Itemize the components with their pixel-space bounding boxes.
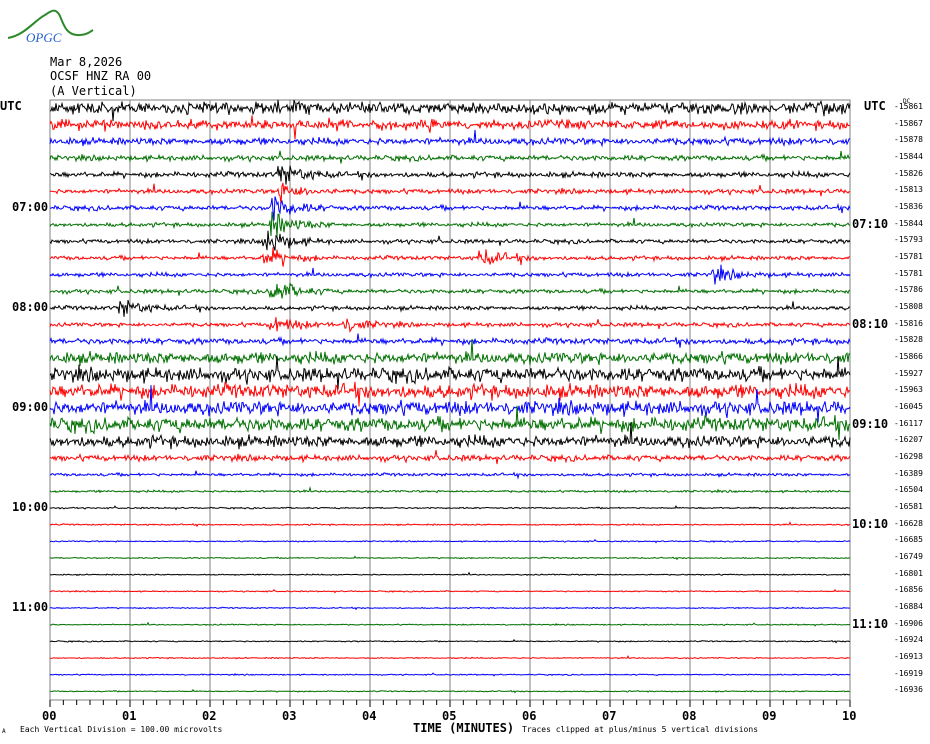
left-hour-label: 09:00: [12, 400, 49, 414]
dc-offset-label: -16884: [894, 602, 923, 611]
x-tick-label: 07: [602, 709, 617, 723]
left-hour-label: 10:00: [12, 500, 49, 514]
dc-offset-label: -15826: [894, 168, 923, 178]
dc-offset-label: -15816: [894, 318, 923, 328]
dc-offset-label: -16924: [894, 635, 923, 645]
x-tick-label: 03: [282, 709, 297, 723]
dc-offset-label: -16906: [894, 618, 923, 628]
helicorder: OPGC Mar 8,2026 OCSF HNZ RA 00 (A Vertic…: [0, 0, 930, 744]
dc-offset-label: -16045: [894, 402, 923, 411]
right-hour-label: 11:10: [852, 616, 889, 631]
x-tick-label: 10: [842, 709, 857, 723]
dc-offset-label: -16117: [894, 418, 923, 428]
dc-offset-label: -16856: [894, 585, 923, 595]
component-label: (A Vertical): [50, 84, 137, 98]
left-hour-label: 11:00: [12, 600, 49, 614]
dc-offset-label: -16298: [894, 452, 923, 461]
svg-text:OPGC: OPGC: [26, 30, 62, 45]
left-hour-label: 08:00: [12, 300, 49, 314]
station-label: OCSF HNZ RA 00: [50, 69, 152, 83]
right-hour-label: 08:10: [852, 316, 889, 331]
dc-offset-label: -16207: [894, 435, 923, 445]
right-hour-label: 07:10: [852, 216, 889, 231]
clip-note: Traces clipped at plus/minus 5 vertical …: [522, 725, 759, 734]
dc-offset-label: -15861: [894, 102, 923, 111]
corner-mark: A: [2, 728, 6, 735]
dc-offset-label: -16936: [894, 685, 923, 695]
x-tick-label: 06: [522, 709, 537, 723]
dc-offset-label: -16749: [894, 552, 923, 561]
dc-offset-label: -16801: [894, 568, 923, 578]
dc-offset-label: -15786: [894, 285, 923, 295]
dc-offset-label: -16685: [894, 535, 923, 545]
dc-offset-label: -16913: [894, 652, 923, 661]
dc-offset-label: -15878: [894, 135, 923, 145]
helicorder-plot: OPGC: [7, 9, 851, 707]
date-label: Mar 8,2026: [50, 55, 123, 69]
dc-offset-label: -16504: [894, 485, 923, 495]
dc-offset-label: -15844: [894, 152, 923, 161]
dc-offset-label: -16581: [894, 502, 923, 511]
dc-offset-label: -16628: [894, 518, 923, 528]
dc-offset-label: -16389: [894, 468, 923, 478]
dc-offset-label: -15867: [894, 118, 923, 128]
left-utc-label: UTC: [0, 99, 22, 113]
x-tick-label: 08: [682, 709, 697, 723]
scale-note: Each Vertical Division = 100.00 microvol…: [20, 725, 223, 734]
dc-offset-label: -15866: [894, 352, 923, 361]
dc-offset-label: -15927: [894, 368, 923, 378]
right-hour-label: 09:10: [852, 416, 889, 431]
left-hour-label: 07:00: [12, 200, 49, 214]
dc-offset-label: -15963: [894, 385, 923, 395]
x-tick-label: 00: [42, 709, 57, 723]
x-tick-label: 04: [362, 709, 377, 723]
dc-offset-label: -16919: [894, 668, 923, 678]
dc-offset-label: -15813: [894, 185, 923, 195]
x-axis-label: TIME (MINUTES): [413, 721, 515, 735]
dc-offset-label: -15844: [894, 218, 923, 228]
x-tick-label: 02: [202, 709, 217, 723]
dc-offset-label: -15793: [894, 235, 923, 245]
x-tick-label: 01: [122, 709, 137, 723]
dc-offset-label: -15828: [894, 335, 923, 345]
opgc-logo: OPGC: [7, 9, 94, 45]
right-utc-label: UTC: [864, 99, 886, 113]
dc-offset-label: -15808: [894, 302, 923, 311]
dc-offset-label: -15781: [894, 252, 923, 261]
dc-offset-label: -15781: [894, 268, 923, 278]
dc-offset-label: -15836: [894, 202, 923, 211]
x-tick-label: 09: [762, 709, 777, 723]
x-tick-label: 05: [442, 709, 457, 723]
right-hour-label: 10:10: [852, 516, 889, 531]
